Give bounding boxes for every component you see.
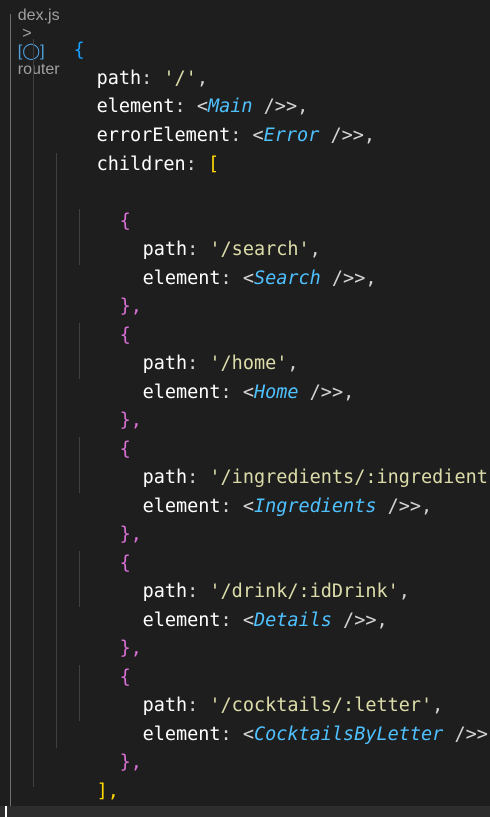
code-line-route-2-path[interactable]: path: '/home', <box>98 322 299 374</box>
code-line-route-4-close[interactable]: }, <box>75 607 142 659</box>
error-component: Error <box>263 125 320 146</box>
code-line-route-5-close[interactable]: }, <box>75 721 142 773</box>
code-line-2[interactable]: path: '/', <box>52 37 208 89</box>
code-line-route-1-open[interactable]: { <box>75 180 131 232</box>
code-line-route-1-close[interactable]: }, <box>75 265 142 317</box>
code-line-route-1-element[interactable]: element: <Search />>, <box>98 237 377 289</box>
code-line-route-1-path[interactable]: path: '/search', <box>98 208 321 260</box>
code-line-route-4-element[interactable]: element: <Details />>, <box>98 579 388 631</box>
code-line-5[interactable]: children: [ <box>52 123 220 175</box>
route-component: Ingredients <box>253 496 377 517</box>
code-line-route-2-close[interactable]: }, <box>75 379 142 431</box>
code-line-route-3-open[interactable]: { <box>75 408 131 460</box>
route-component: Details <box>253 610 332 631</box>
code-line-1[interactable]: { <box>29 9 85 61</box>
code-line-4[interactable]: errorElement: <Error />>, <box>52 94 375 146</box>
children-key: children <box>96 154 186 175</box>
route-component: CocktailsByLetter <box>253 724 444 745</box>
text-cursor <box>5 806 7 817</box>
indent-guide-outer <box>10 14 11 806</box>
indent-guide-children <box>56 153 57 748</box>
route-component: Search <box>253 268 321 289</box>
code-line-route-4-open[interactable]: { <box>75 522 131 574</box>
code-line-route-2-element[interactable]: element: <Home />>, <box>98 351 355 403</box>
code-line-route-5-element[interactable]: element: <CocktailsByLetter />>, <box>98 693 490 745</box>
route-component: Home <box>253 382 299 403</box>
code-line-children-close[interactable]: ], <box>52 750 119 802</box>
code-line-route-3-path[interactable]: path: '/ingredients/:ingredient', <box>98 436 490 488</box>
code-line-route-3-element[interactable]: element: <Ingredients />>, <box>98 465 433 517</box>
code-line-route-5-path[interactable]: path: '/cocktails/:letter', <box>98 664 444 716</box>
code-line-route-2-open[interactable]: { <box>75 294 131 346</box>
bracket-close: ], <box>96 781 119 802</box>
breadcrumb: dex.js > [◯] router <box>0 0 60 78</box>
code-line-route-4-path[interactable]: path: '/drink/:idDrink', <box>98 550 410 602</box>
bracket-open: [ <box>207 154 220 175</box>
code-line-object-close[interactable]: }, <box>29 779 96 817</box>
code-line-route-5-open[interactable]: { <box>75 636 131 688</box>
code-editor[interactable]: dex.js > [◯] router { path: '/', element… <box>0 0 490 817</box>
code-line-route-3-close[interactable]: }, <box>75 493 142 545</box>
indent-guide-route-object <box>33 39 34 787</box>
code-line-3[interactable]: element: <Main />>, <box>52 65 309 117</box>
editor-bottom-edge <box>0 806 490 817</box>
